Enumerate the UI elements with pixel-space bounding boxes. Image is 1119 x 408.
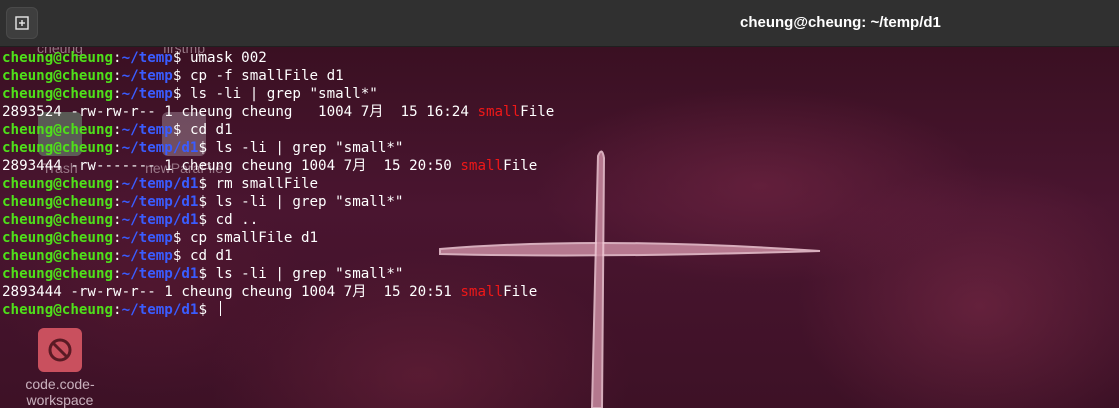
- text-cursor: [219, 301, 221, 316]
- prompt-user: cheung@cheung: [2, 176, 114, 192]
- prompt-symbol: $: [198, 266, 216, 282]
- grep-match: small: [477, 104, 521, 120]
- prompt-colon: :: [113, 122, 122, 138]
- prompt-user: cheung@cheung: [2, 212, 114, 228]
- prompt-user: cheung@cheung: [2, 86, 114, 102]
- prompt-symbol: $: [172, 230, 190, 246]
- prompt-colon: :: [113, 302, 122, 318]
- prompt-symbol: $: [172, 50, 190, 66]
- prompt-path: ~/temp: [121, 230, 173, 246]
- terminal-output[interactable]: cheung@cheung:~/temp$ umask 002 cheung@ch…: [2, 49, 1117, 319]
- prompt-symbol: $: [172, 68, 190, 84]
- prompt-symbol: $: [198, 212, 216, 228]
- window-title: cheung@cheung: ~/temp/d1: [740, 14, 941, 31]
- prompt-line: cheung@cheung:~/temp$ ls -li | grep "sma…: [2, 85, 1117, 103]
- grep-match: small: [460, 284, 504, 300]
- prompt-path: ~/temp/d1: [121, 212, 199, 228]
- prompt-symbol: $: [172, 122, 190, 138]
- prompt-colon: :: [113, 230, 122, 246]
- terminal-titlebar[interactable]: cheung@cheung: ~/temp/d1: [0, 0, 1119, 47]
- command-text: cd d1: [189, 122, 233, 138]
- output-text: 2893444 -rw------- 1 cheung cheung 1004 …: [2, 158, 461, 174]
- prompt-colon: :: [113, 68, 122, 84]
- command-text: ls -li | grep "small*": [215, 194, 404, 210]
- prompt-colon: :: [113, 86, 122, 102]
- output-text: 2893524 -rw-rw-r-- 1 cheung cheung 1004 …: [2, 104, 478, 120]
- prompt-user: cheung@cheung: [2, 140, 114, 156]
- prompt-colon: :: [113, 140, 122, 156]
- prompt-line: cheung@cheung:~/temp$ umask 002: [2, 49, 1117, 67]
- prompt-user: cheung@cheung: [2, 50, 114, 66]
- output-line: 2893444 -rw------- 1 cheung cheung 1004 …: [2, 157, 1117, 175]
- prompt-user: cheung@cheung: [2, 248, 114, 264]
- prompt-user: cheung@cheung: [2, 122, 114, 138]
- prompt-path: ~/temp: [121, 86, 173, 102]
- prompt-path: ~/temp/d1: [121, 176, 199, 192]
- prompt-colon: :: [113, 176, 122, 192]
- prompt-symbol: $: [172, 248, 190, 264]
- prompt-path: ~/temp: [121, 50, 173, 66]
- prompt-line: cheung@cheung:~/temp/d1$: [2, 301, 1117, 319]
- prompt-path: ~/temp: [121, 68, 173, 84]
- output-line: 2893444 -rw-rw-r-- 1 cheung cheung 1004 …: [2, 283, 1117, 301]
- prompt-colon: :: [113, 248, 122, 264]
- prompt-path: ~/temp/d1: [121, 194, 199, 210]
- prompt-colon: :: [113, 50, 122, 66]
- grep-match: small: [460, 158, 504, 174]
- prompt-colon: :: [113, 212, 122, 228]
- prompt-symbol: $: [198, 176, 216, 192]
- prompt-user: cheung@cheung: [2, 266, 114, 282]
- command-text: ls -li | grep "small*": [215, 140, 404, 156]
- command-text: ls -li | grep "small*": [189, 86, 378, 102]
- desktop-icon-workspace[interactable]: code.code-workspace: [10, 328, 110, 408]
- prompt-line: cheung@cheung:~/temp$ cp smallFile d1: [2, 229, 1117, 247]
- output-text: File: [520, 104, 555, 120]
- prompt-line: cheung@cheung:~/temp$ cd d1: [2, 121, 1117, 139]
- prompt-user: cheung@cheung: [2, 194, 114, 210]
- output-line: 2893524 -rw-rw-r-- 1 cheung cheung 1004 …: [2, 103, 1117, 121]
- prompt-colon: :: [113, 266, 122, 282]
- prompt-user: cheung@cheung: [2, 302, 114, 318]
- command-text: ls -li | grep "small*": [215, 266, 404, 282]
- prompt-line: cheung@cheung:~/temp/d1$ ls -li | grep "…: [2, 193, 1117, 211]
- output-text: File: [503, 284, 538, 300]
- command-text: cd ..: [215, 212, 259, 228]
- prompt-symbol: $: [172, 86, 190, 102]
- prompt-line: cheung@cheung:~/temp$ cd d1: [2, 247, 1117, 265]
- prompt-path: ~/temp: [121, 248, 173, 264]
- prompt-user: cheung@cheung: [2, 68, 114, 84]
- output-text: 2893444 -rw-rw-r-- 1 cheung cheung 1004 …: [2, 284, 461, 300]
- command-text: cp -f smallFile d1: [189, 68, 344, 84]
- prompt-symbol: $: [198, 302, 216, 318]
- prompt-path: ~/temp: [121, 122, 173, 138]
- prompt-user: cheung@cheung: [2, 230, 114, 246]
- prompt-colon: :: [113, 194, 122, 210]
- prompt-line: cheung@cheung:~/temp/d1$ ls -li | grep "…: [2, 265, 1117, 283]
- command-text: cd d1: [189, 248, 233, 264]
- prompt-line: cheung@cheung:~/temp/d1$ ls -li | grep "…: [2, 139, 1117, 157]
- prompt-line: cheung@cheung:~/temp$ cp -f smallFile d1: [2, 67, 1117, 85]
- prompt-path: ~/temp/d1: [121, 302, 199, 318]
- prompt-symbol: $: [198, 194, 216, 210]
- command-text: rm smallFile: [215, 176, 319, 192]
- no-entry-icon: [38, 328, 82, 372]
- prompt-line: cheung@cheung:~/temp/d1$ rm smallFile: [2, 175, 1117, 193]
- prompt-path: ~/temp/d1: [121, 140, 199, 156]
- prompt-symbol: $: [198, 140, 216, 156]
- command-text: cp smallFile d1: [189, 230, 319, 246]
- output-text: File: [503, 158, 538, 174]
- prompt-path: ~/temp/d1: [121, 266, 199, 282]
- desktop-icon-label: code.code-workspace: [25, 376, 95, 408]
- prompt-line: cheung@cheung:~/temp/d1$ cd ..: [2, 211, 1117, 229]
- command-text: umask 002: [189, 50, 267, 66]
